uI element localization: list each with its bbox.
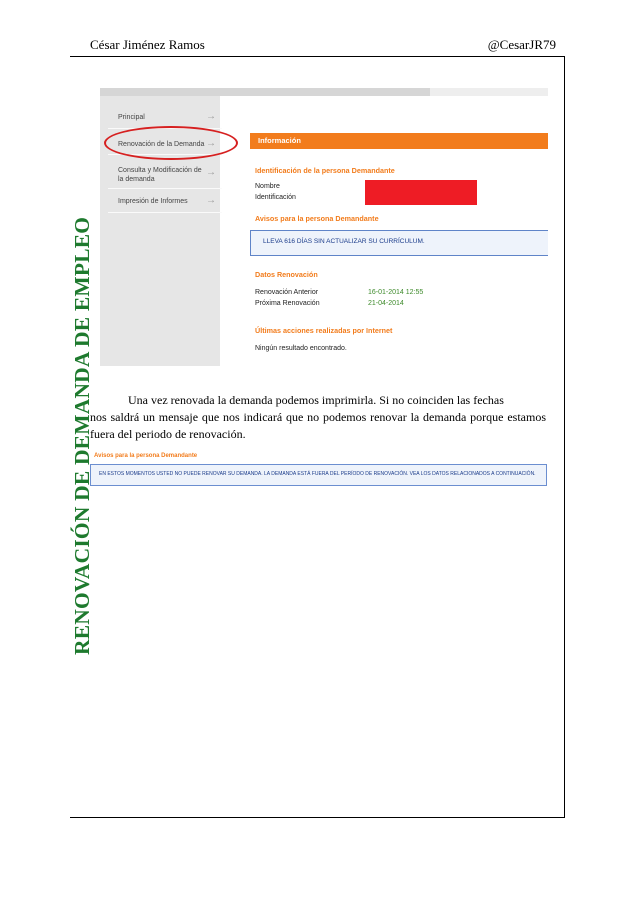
top-bar-light <box>430 88 548 96</box>
menu-item-impresion[interactable]: Impresión de Informes → <box>108 192 222 213</box>
info-bar: Información <box>250 133 548 149</box>
menu-item-label: Consulta y Modificación de <box>118 167 202 174</box>
header-author: César Jiménez Ramos <box>90 37 205 52</box>
datos-heading: Datos Renovación <box>255 270 318 279</box>
menu-item-label: Impresión de Informes <box>118 198 188 205</box>
proxima-label: Próxima Renovación <box>255 300 320 307</box>
screenshot2-heading: Avisos para la persona Demandante <box>94 453 198 459</box>
ultimas-value: Ningún resultado encontrado. <box>255 345 347 352</box>
highlight-circle <box>104 126 238 160</box>
proxima-value: 21-04-2014 <box>368 300 404 307</box>
ident-heading: Identificación de la persona Demandante <box>255 166 395 175</box>
redacted-box <box>365 180 477 205</box>
screenshot2-message-box: EN ESTOS MOMENTOS USTED NO PUEDE RENOVAR… <box>90 464 547 486</box>
ultimas-heading: Últimas acciones realizadas por Internet <box>255 326 393 335</box>
header-handle: @CesarJR79 <box>487 37 556 52</box>
arrow-right-icon: → <box>206 167 216 178</box>
screenshot2-message: EN ESTOS MOMENTOS USTED NO PUEDE RENOVAR… <box>99 471 536 477</box>
renewal-screenshot: Principal → Renovación de la Demanda → C… <box>100 88 548 366</box>
info-bar-title: Información <box>258 136 301 145</box>
paragraph-line1: Una vez renovada la demanda podemos impr… <box>128 393 504 407</box>
avisos-heading: Avisos para la persona Demandante <box>255 214 379 223</box>
aviso-box: LLEVA 616 DÍAS SIN ACTUALIZAR SU CURRÍCU… <box>250 230 548 256</box>
arrow-right-icon: → <box>206 195 216 206</box>
nombre-label: Nombre <box>255 183 280 190</box>
ident-label: Identificación <box>255 194 296 201</box>
renov-anterior-label: Renovación Anterior <box>255 289 319 296</box>
menu-item-consulta[interactable]: Consulta y Modificación de la demanda → <box>108 162 222 189</box>
aviso-text: LLEVA 616 DÍAS SIN ACTUALIZAR SU CURRÍCU… <box>263 238 425 245</box>
renov-anterior-value: 16-01-2014 12:55 <box>368 289 424 296</box>
menu-item-label: Principal <box>118 114 145 121</box>
arrow-right-icon: → <box>206 111 216 122</box>
body-paragraph: Una vez renovada la demanda podemos impr… <box>90 392 546 443</box>
paragraph-rest: nos saldrá un mensaje que nos indicará q… <box>90 410 546 441</box>
menu-item-label: la demanda <box>118 176 155 183</box>
